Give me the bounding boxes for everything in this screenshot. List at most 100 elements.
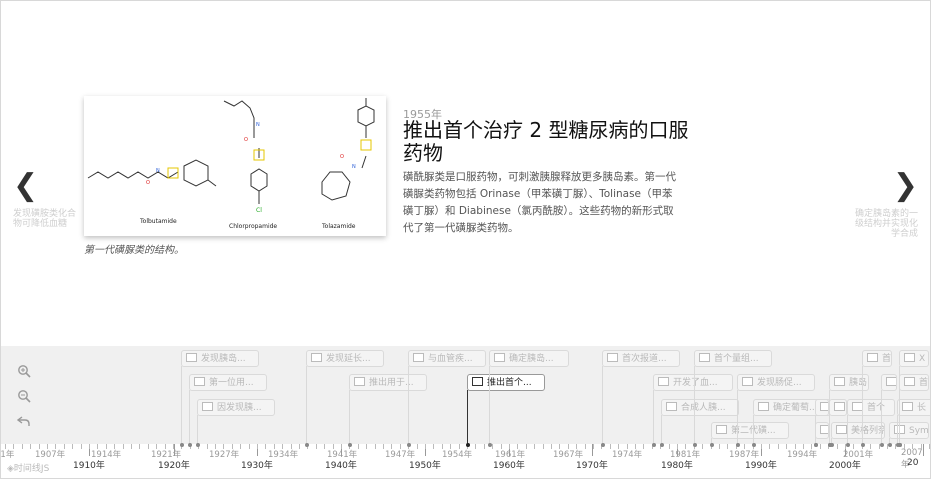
timeline-marker[interactable]: 第二代磺... (711, 422, 789, 439)
axis-minor-tick (559, 444, 560, 449)
marker-label: 推出用于... (369, 378, 414, 388)
back-icon[interactable] (15, 414, 33, 432)
axis-minor-tick (282, 444, 283, 449)
marker-line (408, 366, 409, 444)
event-dot[interactable] (407, 443, 411, 447)
marker-line (189, 390, 190, 444)
event-dot[interactable] (814, 443, 818, 447)
event-dot[interactable] (861, 443, 865, 447)
image-icon (904, 377, 915, 386)
timeline-marker[interactable]: 因发现胰... (197, 399, 275, 416)
event-dot[interactable] (196, 443, 200, 447)
timeline-marker[interactable]: 发现延长... (306, 350, 384, 367)
timeline-marker[interactable]: 开发了血... (653, 374, 733, 391)
image-icon (867, 353, 878, 362)
timeline-marker[interactable]: Sym (889, 422, 929, 439)
axis-minor-tick (249, 444, 250, 449)
axis-minor-tick (341, 444, 342, 449)
event-dot[interactable] (466, 443, 470, 447)
axis-minor-tick (13, 444, 14, 449)
svg-text:O: O (244, 137, 248, 143)
axis-minor-tick (593, 444, 594, 449)
event-dot[interactable] (736, 443, 740, 447)
axis-minor-tick (173, 444, 174, 449)
timeline-marker[interactable]: 合成人胰... (661, 399, 739, 416)
previous-slide-title[interactable]: 发现磺胺类化合物可降低血糖 (13, 209, 83, 229)
timeline-marker[interactable]: 推出用于... (349, 374, 427, 391)
chevron-left-icon[interactable]: ❮ (13, 171, 83, 201)
axis-minor-tick (291, 444, 292, 449)
next-slide-button[interactable]: ❯ 确定胰岛素的一级结构并实现化学合成 (848, 171, 918, 240)
event-dot[interactable] (710, 443, 714, 447)
axis-minor-tick (47, 444, 48, 449)
axis-minor-tick (30, 444, 31, 449)
slide-headline: 推出首个治疗 2 型糖尿病的口服药物 (403, 118, 689, 165)
timeline-marker[interactable]: 首 (815, 399, 829, 416)
event-dot[interactable] (188, 443, 192, 447)
axis-minor-tick (232, 444, 233, 449)
image-icon (716, 425, 727, 434)
timeline-marker[interactable]: 长 (897, 399, 930, 416)
timeline-marker[interactable]: 美格列奈 (831, 422, 885, 439)
marker-label: 与血管疾... (428, 354, 473, 364)
axis-minor-tick (358, 444, 359, 449)
timeline-marker[interactable]: 发现胰岛... (181, 350, 259, 367)
timeline-marker[interactable]: 首二代 (862, 350, 892, 367)
timeline-marker[interactable]: 人 (881, 374, 897, 391)
marker-label: 推出首个... (487, 378, 532, 388)
marker-label: Sym (909, 426, 929, 436)
timeline-marker[interactable]: 首个 (847, 399, 895, 416)
image-caption: 第一代磺脲类的结构。 (84, 245, 184, 256)
image-icon (202, 402, 213, 411)
event-dot[interactable] (888, 443, 892, 447)
event-dot[interactable] (180, 443, 184, 447)
zoom-out-icon[interactable] (15, 389, 33, 407)
axis-minor-label: 1941年 (327, 450, 358, 460)
tolazamide-label: Tolazamide (321, 223, 356, 230)
zoom-in-icon[interactable] (15, 364, 33, 382)
axis-minor-tick (223, 444, 224, 449)
image-icon (758, 402, 769, 411)
chemical-structures-drawing: N O Tolbutamide N O Cl Chlorpropamide N … (87, 98, 375, 230)
timeline-marker[interactable]: 首次报道... (602, 350, 680, 367)
timeline-marker[interactable]: X (899, 350, 929, 367)
next-slide-title[interactable]: 确定胰岛素的一级结构并实现化学合成 (848, 209, 918, 239)
previous-slide-button[interactable]: ❮ 发现磺胺类化合物可降低血糖 (13, 171, 83, 230)
event-dot[interactable] (660, 443, 664, 447)
axis-minor-tick (333, 444, 334, 449)
event-dot[interactable] (752, 443, 756, 447)
image-icon (902, 402, 913, 411)
timeline-marker[interactable]: 推出首个... (467, 374, 545, 391)
slide-description: 磺酰脲类是口服药物，可刺激胰腺释放更多胰岛素。第一代磺脲类药物包括 Orinas… (403, 171, 676, 234)
timeline-marker[interactable]: 首个量组... (694, 350, 772, 367)
axis-minor-tick (257, 444, 258, 449)
axis-minor-tick (207, 444, 208, 449)
chevron-right-icon[interactable]: ❯ (848, 171, 918, 201)
axis-minor-label: 1914年 (91, 450, 122, 460)
timeline-marker[interactable]: 首 (899, 374, 929, 391)
timeline-marker[interactable]: 第一位用... (189, 374, 267, 391)
axis-minor-tick (677, 444, 678, 449)
axis-minor-tick (324, 444, 325, 449)
event-dot[interactable] (488, 443, 492, 447)
axis-minor-tick (778, 444, 779, 449)
event-dot[interactable] (693, 443, 697, 447)
event-dot[interactable] (880, 443, 884, 447)
event-dot[interactable] (846, 443, 850, 447)
event-dot[interactable] (601, 443, 605, 447)
timeline-marker[interactable]: 第 (815, 422, 829, 439)
time-axis[interactable]: 1910年 1920年 1930年 1940年 1950年 1960年 1970年 1980年… (1, 444, 930, 478)
timeline-marker[interactable]: 确定胰岛... (489, 350, 569, 367)
image-icon (834, 377, 845, 386)
event-dot[interactable] (348, 443, 352, 447)
event-dot[interactable] (896, 443, 900, 447)
timeline-marker[interactable]: 首个 (829, 399, 847, 416)
timeline-marker[interactable]: 与血管疾... (408, 350, 486, 367)
axis-minor-tick (643, 444, 644, 449)
timeline-marker[interactable]: 发现肠促... (737, 374, 815, 391)
axis-minor-tick (450, 444, 451, 449)
timeline-marker[interactable]: 胰岛 (829, 374, 869, 391)
event-dot[interactable] (830, 443, 834, 447)
event-dot[interactable] (305, 443, 309, 447)
event-dot[interactable] (652, 443, 656, 447)
